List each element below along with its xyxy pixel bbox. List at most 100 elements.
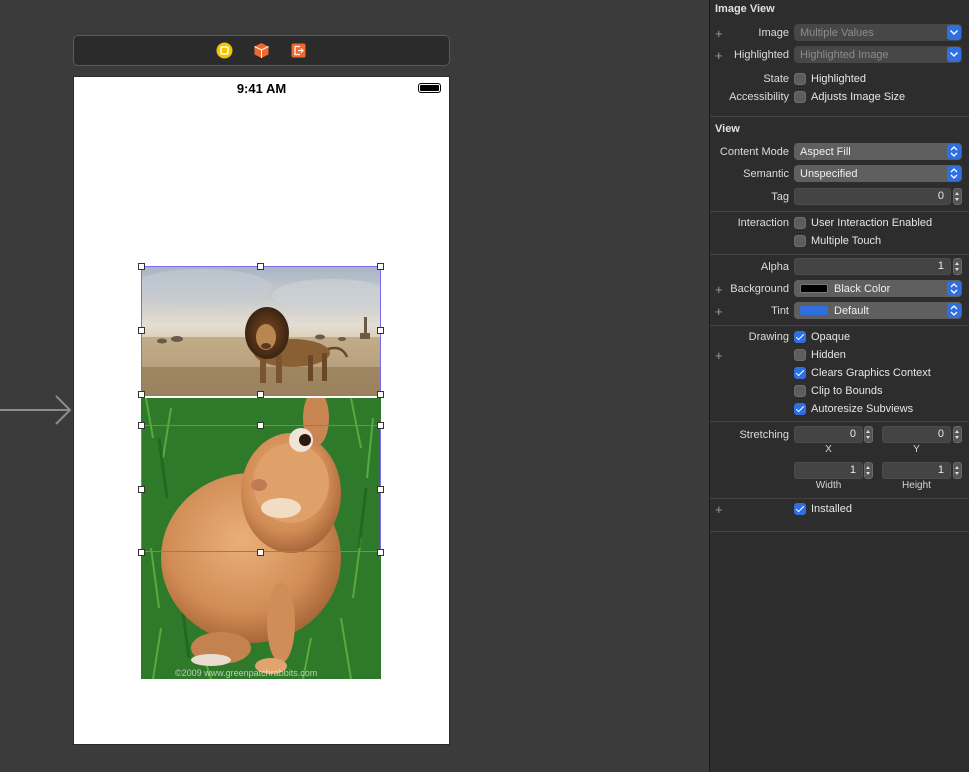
background-color-popup[interactable]: Black Color: [794, 280, 962, 297]
alpha-stepper[interactable]: [953, 258, 962, 275]
resize-handle[interactable]: [257, 422, 264, 429]
tint-plus-button[interactable]: +: [715, 305, 723, 318]
height-caption: Height: [902, 480, 931, 491]
first-responder-icon[interactable]: [253, 42, 271, 60]
alpha-label: Alpha: [760, 261, 789, 273]
tint-color-value: Default: [834, 304, 869, 317]
resize-handle[interactable]: [377, 422, 384, 429]
installed-plus-button[interactable]: +: [715, 503, 723, 516]
installed-label: Installed: [811, 503, 852, 515]
divider: [710, 116, 969, 117]
stretch-height-field[interactable]: 1: [882, 462, 951, 479]
resize-handle[interactable]: [377, 391, 384, 398]
adjusts-image-size-checkbox[interactable]: [794, 91, 806, 103]
tint-color-popup[interactable]: Default: [794, 302, 962, 319]
resize-handle[interactable]: [138, 263, 145, 270]
interaction-label: Interaction: [737, 217, 789, 229]
state-label: State: [763, 73, 789, 85]
resize-handle[interactable]: [257, 549, 264, 556]
stretch-y-stepper[interactable]: [953, 426, 962, 443]
resize-handle[interactable]: [377, 549, 384, 556]
chevron-down-icon[interactable]: [947, 25, 961, 40]
stretch-width-stepper[interactable]: [864, 462, 873, 479]
entry-point-arrow: [0, 395, 72, 425]
clip-to-bounds-label: Clip to Bounds: [811, 385, 883, 397]
divider: [710, 531, 969, 532]
highlighted-checkbox[interactable]: [794, 73, 806, 85]
tag-stepper[interactable]: [953, 188, 962, 205]
device-screen[interactable]: 9:41 AM ©2009 www.greenpatchrabbits.com: [73, 76, 450, 745]
divider: [710, 211, 969, 212]
stretch-x-stepper[interactable]: [864, 426, 873, 443]
drawing-label: Drawing: [748, 331, 789, 343]
image-label: Image: [758, 27, 789, 39]
image-combo[interactable]: Multiple Values: [794, 24, 962, 41]
view-controller-icon[interactable]: [216, 42, 234, 60]
clip-to-bounds-checkbox[interactable]: [794, 385, 806, 397]
lion-image: [142, 267, 380, 395]
resize-handle[interactable]: [257, 263, 264, 270]
resize-handle[interactable]: [377, 327, 384, 334]
highlighted-label: Highlighted: [733, 49, 789, 61]
resize-handle[interactable]: [138, 391, 145, 398]
resize-handle[interactable]: [138, 422, 145, 429]
highlighted-combo[interactable]: Highlighted Image: [794, 46, 962, 63]
color-swatch: [800, 284, 828, 293]
hidden-label: Hidden: [811, 349, 846, 361]
semantic-popup[interactable]: Unspecified: [794, 165, 962, 182]
stretching-label: Stretching: [739, 429, 789, 441]
resize-handle[interactable]: [138, 327, 145, 334]
view-section-title: View: [715, 123, 740, 135]
scene-dock: [73, 35, 450, 66]
tag-label: Tag: [771, 191, 789, 203]
y-caption: Y: [913, 444, 920, 455]
opaque-checkbox[interactable]: [794, 331, 806, 343]
autoresize-label: Autoresize Subviews: [811, 403, 914, 415]
tag-field[interactable]: 0: [794, 188, 951, 205]
chevron-up-down-icon[interactable]: [947, 281, 961, 296]
exit-icon[interactable]: [290, 42, 308, 60]
rabbit-image-view[interactable]: ©2009 www.greenpatchrabbits.com: [141, 398, 381, 679]
resize-handle[interactable]: [377, 263, 384, 270]
chevron-up-down-icon[interactable]: [947, 166, 961, 181]
chevron-up-down-icon[interactable]: [947, 144, 961, 159]
stretch-height-stepper[interactable]: [953, 462, 962, 479]
hidden-checkbox[interactable]: [794, 349, 806, 361]
content-mode-popup[interactable]: Aspect Fill: [794, 143, 962, 160]
image-watermark: ©2009 www.greenpatchrabbits.com: [175, 668, 318, 678]
divider: [710, 498, 969, 499]
resize-handle[interactable]: [138, 549, 145, 556]
user-interaction-checkbox[interactable]: [794, 217, 806, 229]
color-swatch: [800, 306, 828, 315]
divider: [710, 421, 969, 422]
resize-handle[interactable]: [377, 486, 384, 493]
x-caption: X: [825, 444, 832, 455]
status-bar-time: 9:41 AM: [236, 81, 287, 96]
semantic-label: Semantic: [743, 168, 789, 180]
stretch-x-field[interactable]: 0: [794, 426, 863, 443]
chevron-up-down-icon[interactable]: [947, 303, 961, 318]
highlighted-plus-button[interactable]: +: [715, 49, 723, 62]
alpha-field[interactable]: 1: [794, 258, 951, 275]
background-plus-button[interactable]: +: [715, 283, 723, 296]
divider: [710, 325, 969, 326]
stretch-y-field[interactable]: 0: [882, 426, 951, 443]
storyboard-canvas[interactable]: 9:41 AM ©2009 www.greenpatchrabbits.com: [0, 0, 709, 772]
resize-handle[interactable]: [257, 391, 264, 398]
battery-icon: [418, 83, 441, 93]
resize-handle[interactable]: [138, 486, 145, 493]
lion-image-view[interactable]: [141, 266, 381, 396]
chevron-down-icon[interactable]: [947, 47, 961, 62]
rabbit-image: [141, 398, 381, 679]
clears-graphics-checkbox[interactable]: [794, 367, 806, 379]
hidden-plus-button[interactable]: +: [715, 349, 723, 362]
background-label: Background: [730, 283, 789, 295]
stretch-width-field[interactable]: 1: [794, 462, 863, 479]
width-caption: Width: [815, 480, 842, 491]
accessibility-label: Accessibility: [729, 91, 789, 103]
multiple-touch-checkbox[interactable]: [794, 235, 806, 247]
autoresize-checkbox[interactable]: [794, 403, 806, 415]
image-plus-button[interactable]: +: [715, 27, 723, 40]
installed-checkbox[interactable]: [794, 503, 806, 515]
clears-graphics-label: Clears Graphics Context: [811, 367, 931, 379]
